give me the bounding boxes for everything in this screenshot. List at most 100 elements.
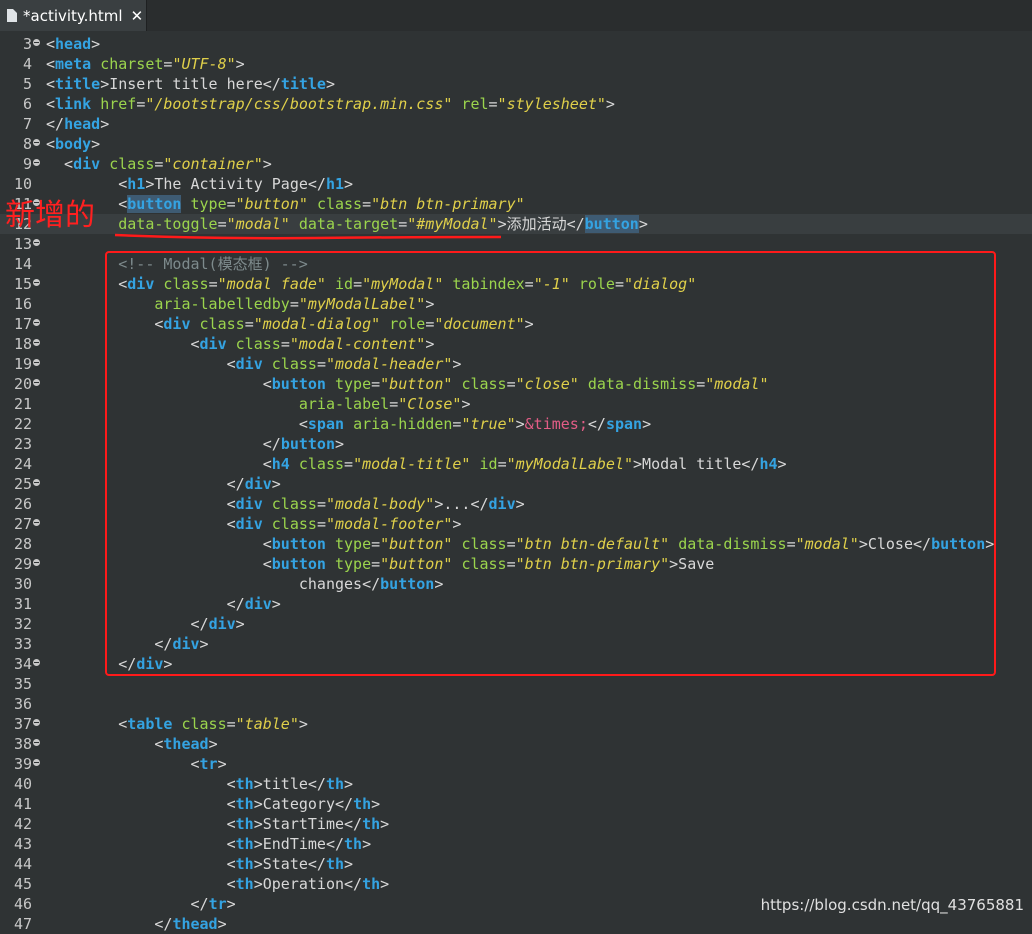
code-token: > <box>91 135 101 153</box>
line-number: 7 <box>22 115 32 133</box>
code-token: th <box>235 815 254 833</box>
code-token: > <box>235 55 245 73</box>
modal-highlight-box <box>105 251 996 676</box>
code-token: = <box>398 215 408 233</box>
code-token: th <box>325 775 345 793</box>
code-token: > <box>344 775 354 793</box>
code-line[interactable]: 4 <meta charset="UTF-8"> <box>0 54 1032 74</box>
code-token: th <box>344 835 363 853</box>
fold-icon[interactable] <box>33 339 40 346</box>
fold-icon[interactable] <box>33 739 40 746</box>
code-token: button <box>584 215 639 233</box>
code-token: > <box>217 755 227 773</box>
fold-icon[interactable] <box>33 159 40 166</box>
code-token: "UTF-8" <box>172 55 236 73</box>
code-token: < <box>46 835 236 853</box>
code-token: < <box>46 735 164 753</box>
code-line[interactable]: 45 <th>Operation</th> <box>0 874 1032 894</box>
code-line[interactable]: 42 <th>StartTime</th> <box>0 814 1032 834</box>
code-token: thead <box>172 915 218 933</box>
code-line[interactable]: 7 </head> <box>0 114 1032 134</box>
code-token: > <box>380 815 390 833</box>
code-text: <head> <box>46 34 100 54</box>
code-token: = <box>226 195 236 213</box>
code-text: <th>Operation</th> <box>46 874 390 894</box>
code-line[interactable]: 12 data-toggle="modal" data-target="#myM… <box>0 214 1032 234</box>
code-token: "table" <box>235 715 299 733</box>
line-number: 4 <box>22 55 32 73</box>
code-token: th <box>235 775 254 793</box>
code-token: link <box>55 95 92 113</box>
code-line[interactable]: 38 <thead> <box>0 734 1032 754</box>
fold-icon[interactable] <box>33 719 40 726</box>
code-line[interactable]: 43 <th>EndTime</th> <box>0 834 1032 854</box>
code-token: table <box>127 715 173 733</box>
fold-icon[interactable] <box>33 39 40 46</box>
line-number: 42 <box>13 815 32 833</box>
fold-icon[interactable] <box>33 279 40 286</box>
code-token: = <box>362 195 372 213</box>
fold-icon[interactable] <box>33 359 40 366</box>
code-token: "stylesheet" <box>497 95 606 113</box>
code-line[interactable]: 41 <th>Category</th> <box>0 794 1032 814</box>
line-number: 14 <box>13 255 32 273</box>
code-line[interactable]: 3 <head> <box>0 34 1032 54</box>
fold-icon[interactable] <box>33 519 40 526</box>
code-line[interactable]: 6 <link href="/bootstrap/css/bootstrap.mi… <box>0 94 1032 114</box>
code-token: > <box>217 915 227 933</box>
fold-icon[interactable] <box>33 239 40 246</box>
editor-tab-bar: *activity.html ✕ <box>0 0 1032 32</box>
code-line[interactable]: 10 <h1>The Activity Page</h1> <box>0 174 1032 194</box>
code-text: <h1>The Activity Page</h1> <box>46 174 353 194</box>
code-line[interactable]: 8 <body> <box>0 134 1032 154</box>
code-token: < <box>46 135 56 153</box>
code-text: <button type="button" class="btn btn-pri… <box>46 194 525 214</box>
fold-icon[interactable] <box>33 139 40 146</box>
line-number: 33 <box>13 635 32 653</box>
code-token: > <box>91 35 101 53</box>
line-number: 38 <box>13 735 32 753</box>
code-line[interactable]: 44 <th>State</th> <box>0 854 1032 874</box>
fold-icon[interactable] <box>33 559 40 566</box>
code-token: > <box>262 155 272 173</box>
fold-icon[interactable] <box>33 759 40 766</box>
line-number: 16 <box>13 295 32 313</box>
line-number: 15 <box>13 275 32 293</box>
code-line[interactable]: 39 <tr> <box>0 754 1032 774</box>
code-token: th <box>362 875 381 893</box>
fold-icon[interactable] <box>33 659 40 666</box>
line-number: 32 <box>13 615 32 633</box>
code-line[interactable]: 11 <button type="button" class="btn btn-… <box>0 194 1032 214</box>
code-token: >添加活动</ <box>497 215 585 233</box>
code-line[interactable]: 5 <title>Insert title here</title> <box>0 74 1032 94</box>
code-line[interactable]: 40 <th>title</th> <box>0 774 1032 794</box>
code-token: "container" <box>163 155 263 173</box>
fold-icon[interactable] <box>33 479 40 486</box>
line-number: 40 <box>13 775 32 793</box>
fold-icon[interactable] <box>33 319 40 326</box>
tab-activity-html[interactable]: *activity.html ✕ <box>0 0 147 31</box>
code-line[interactable]: 37 <table class="table"> <box>0 714 1032 734</box>
code-token: = <box>136 95 146 113</box>
code-text: <title>Insert title here</title> <box>46 74 335 94</box>
line-number: 30 <box>13 575 32 593</box>
line-number: 27 <box>13 515 32 533</box>
line-number: 18 <box>13 335 32 353</box>
code-line[interactable]: 47 </thead> <box>0 914 1032 934</box>
code-token: > <box>298 715 308 733</box>
line-number: 41 <box>13 795 32 813</box>
code-token: button <box>127 195 182 213</box>
code-token: < <box>46 75 56 93</box>
code-token: type <box>190 195 227 213</box>
code-line[interactable]: 9 <div class="container"> <box>0 154 1032 174</box>
close-icon[interactable]: ✕ <box>131 7 144 25</box>
code-token: th <box>235 875 254 893</box>
fold-icon[interactable] <box>33 379 40 386</box>
code-line[interactable]: 35 <box>0 674 1032 694</box>
code-line[interactable]: 36 <box>0 694 1032 714</box>
code-token: "button" <box>235 195 308 213</box>
